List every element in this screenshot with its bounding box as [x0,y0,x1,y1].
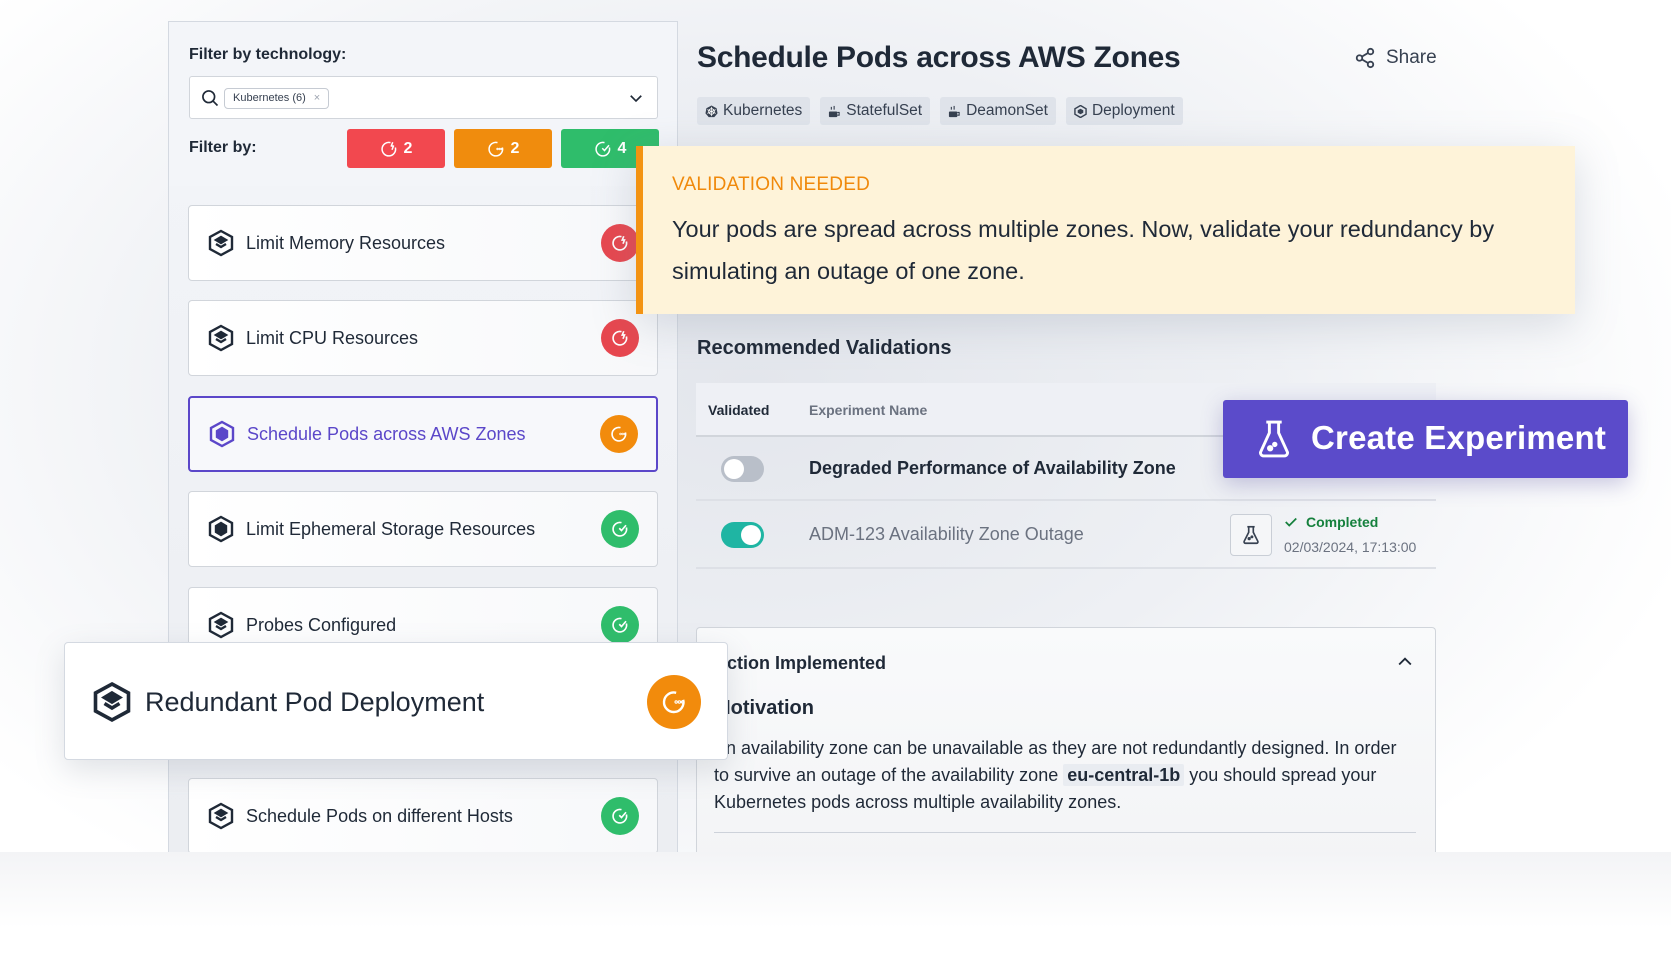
shield-check-icon [612,808,628,824]
layers-hex-icon [208,229,234,257]
check-item-different-hosts[interactable]: Schedule Pods on different Hosts [188,778,658,854]
bottom-fade [0,852,1671,960]
layers-hex-icon [208,324,234,352]
filter-technology-label: Filter by technology: [189,46,347,63]
status-passed-badge [601,797,639,835]
shield-check-icon [612,617,628,633]
alert-text: Your pods are spread across multiple zon… [672,216,1495,284]
status-label: Completed [1306,514,1379,530]
tag-label: StatefulSet [846,102,923,119]
experiment-name: Degraded Performance of Availability Zon… [809,458,1176,478]
marketing-composite: Filter by technology: Kubernetes (6) × F… [0,0,1671,960]
technology-search-input[interactable]: Kubernetes (6) × [189,76,658,119]
search-icon [202,90,219,107]
action-implemented-accordion: Action Implemented Motivation An availab… [696,627,1436,867]
chip-remove-icon[interactable]: × [314,89,320,108]
cup-icon [949,105,960,117]
open-experiment-button[interactable] [1230,514,1272,556]
shield-bolt-icon [612,235,628,251]
status-pending-badge [600,415,638,453]
validated-toggle[interactable] [721,522,764,548]
check-item-ephemeral-storage[interactable]: Limit Ephemeral Storage Resources [188,491,658,567]
motivation-heading: Motivation [714,697,814,719]
filter-by-label: Filter by: [189,139,257,156]
check-item-schedule-pods-zones[interactable]: Schedule Pods across AWS Zones [188,396,658,472]
filled-hex-icon [209,420,235,448]
zone-code: eu-central-1b [1063,764,1185,786]
divider [714,832,1416,833]
shield-bolt-icon [380,141,396,157]
shield-dots-icon [662,691,685,714]
status-timestamp: 02/03/2024, 17:13:00 [1284,539,1417,555]
status-passed-badge [601,606,639,644]
check-item-redundant-pod-deployment[interactable]: Redundant Pod Deployment [64,642,728,760]
filter-header: Filter by technology: Kubernetes (6) × F… [169,22,677,186]
tag-deployment: Deployment [1065,97,1183,125]
tag-daemonset: DeamonSet [940,97,1056,125]
tag-kubernetes: Kubernetes [697,97,811,125]
experiment-name[interactable]: ADM-123 Availability Zone Outage [809,524,1084,545]
tag-label: Deployment [1091,102,1175,119]
share-button[interactable]: Share [1354,47,1437,69]
filter-pending-button[interactable]: 2 [454,129,552,168]
chevron-up-icon[interactable] [1395,652,1415,672]
status-failed-badge [601,224,639,262]
shield-dots-icon [611,426,627,442]
filter-failed-count: 2 [403,139,413,157]
alert-title: VALIDATION NEEDED [672,174,871,195]
column-experiment-name: Experiment Name [809,402,928,418]
filled-hex-icon [208,515,234,543]
check-item-label: Probes Configured [246,614,397,635]
validated-toggle[interactable] [721,456,764,482]
check-item-label: Limit Ephemeral Storage Resources [246,518,536,539]
page-title: Schedule Pods across AWS Zones [697,41,1181,74]
filled-hex-icon [1074,104,1087,118]
filter-failed-button[interactable]: 2 [347,129,445,168]
layers-hex-icon [93,681,131,723]
accordion-title[interactable]: Action Implemented [714,653,886,674]
tag-statefulset: StatefulSet [820,97,931,125]
check-item-label: Limit CPU Resources [246,327,419,348]
check-item-limit-cpu[interactable]: Limit CPU Resources [188,300,658,376]
tag-label: DeamonSet [966,102,1048,119]
check-item-label: Schedule Pods on different Hosts [246,805,513,826]
layers-hex-icon [208,611,234,639]
layers-hex-icon [208,802,234,830]
flask-icon [1259,420,1289,458]
share-icon [1355,47,1375,69]
motivation-text: An availability zone can be unavailable … [714,735,1414,816]
create-experiment-label: Create Experiment [1311,419,1607,456]
check-item-label: Schedule Pods across AWS Zones [247,423,526,444]
shield-check-icon [612,521,628,537]
column-validated: Validated [708,402,770,418]
check-item-label: Limit Memory Resources [246,232,446,253]
validation-needed-alert: VALIDATION NEEDED Your pods are spread a… [636,146,1575,314]
shield-bolt-icon [612,330,628,346]
cup-icon [829,105,840,117]
status-passed-badge [601,510,639,548]
experiment-status: Completed 02/03/2024, 17:13:00 [1284,514,1416,555]
status-failed-badge [601,319,639,357]
check-icon [1285,517,1297,527]
check-item-limit-memory[interactable]: Limit Memory Resources [188,205,658,281]
shield-check-icon [594,141,610,157]
recommended-validations-title: Recommended Validations [697,337,952,359]
filter-passed-count: 4 [617,139,627,157]
create-experiment-button[interactable]: Create Experiment [1223,400,1628,478]
flask-icon [1243,525,1259,545]
tag-list: Kubernetes StatefulSet DeamonSet Deploym… [697,97,1183,125]
shield-dots-icon [487,141,503,157]
kubernetes-icon [705,104,718,117]
status-pending-badge [647,675,701,729]
filter-pending-count: 2 [510,139,520,157]
kubernetes-chip: Kubernetes (6) × [224,88,330,109]
chip-label: Kubernetes (6) [233,92,306,104]
table-row: ADM-123 Availability Zone Outage Complet… [696,501,1436,569]
tag-label: Kubernetes [723,102,803,119]
share-label: Share [1386,47,1437,68]
check-item-label: Redundant Pod Deployment [145,687,485,717]
chevron-down-icon[interactable] [627,89,645,107]
